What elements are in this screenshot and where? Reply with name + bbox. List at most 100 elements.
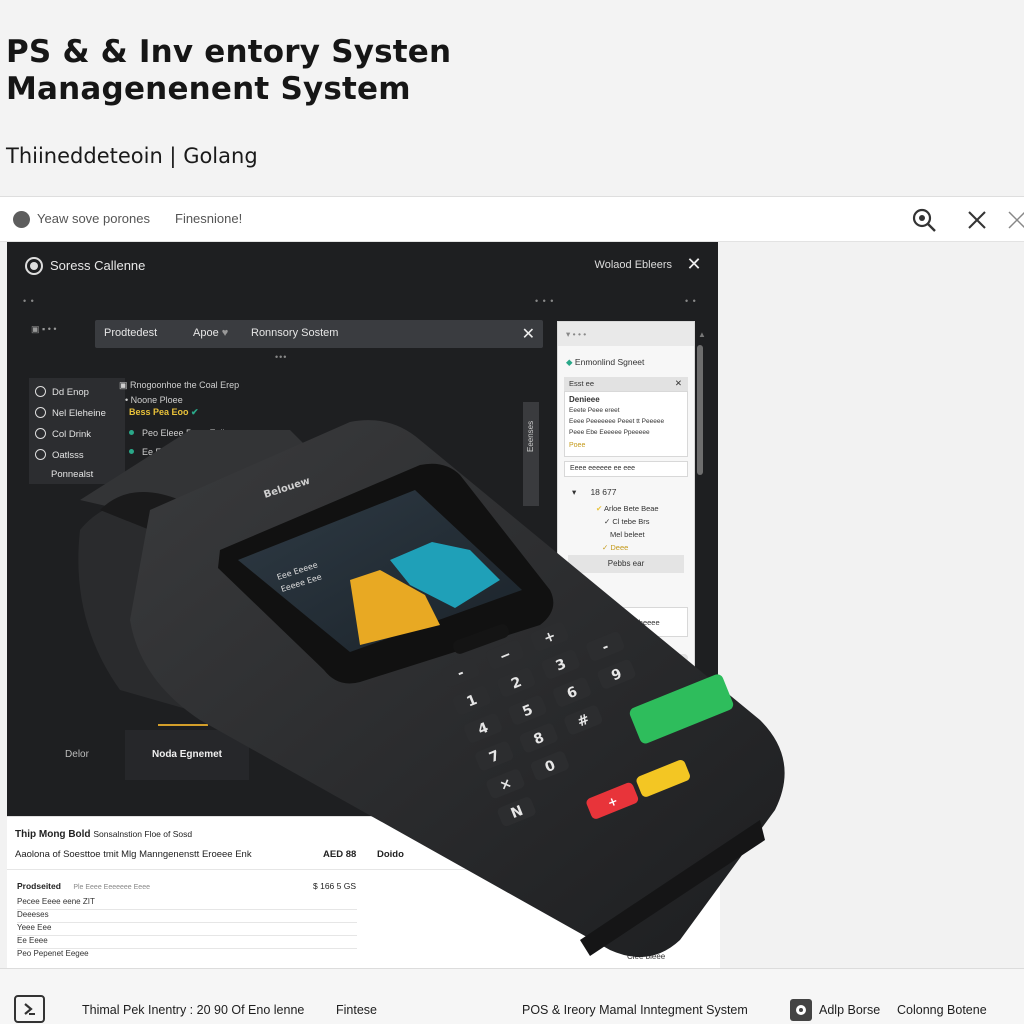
table-col-header-label: Prodseited [17,881,61,891]
app-close-icon[interactable]: ✕ [684,254,704,274]
dots-icon: • • • [535,296,555,306]
panel-box-line: Eeee Peeeeeee Peeet tt Peeeee [569,418,665,425]
panel-sub-label: Eeee [584,592,601,599]
main-line-text: Bess Pea Eoo [129,407,189,417]
table-heading: Thip Mong Bold Sonsalnstion Floe of Sosd [15,829,192,840]
tab-noda-egnemet[interactable]: Noda Egnemet [125,724,249,780]
panel-list-item[interactable]: ✓ Deee [602,543,628,552]
panel-list-item[interactable]: Mel beleet [610,530,645,539]
panel-sub-field[interactable]: Eeee bheeee [564,607,688,637]
main-line-text: E [142,486,149,496]
right-list-item: Peeeeee Eeee [627,926,680,935]
leaf-icon: ◆ [566,357,573,367]
panel-list-label: Arloe Bete Beae [603,504,659,513]
sidebar-item-label: Col Drink [52,429,92,440]
table-row[interactable]: Deeeses [17,910,357,923]
page-title: PS & & Inv entory Systen Managenenent Sy… [6,34,451,108]
close-secondary-icon[interactable] [1004,207,1024,233]
divider [7,869,720,870]
app-title: Soress Callenne [50,258,146,273]
panel-title: ◆ Enmonlind Sgneet [566,357,644,368]
table-row[interactable]: Ee Eeee [17,936,357,949]
toolbar-close-icon[interactable]: ✕ [522,324,535,344]
panel-section-close-icon[interactable]: ✕ [675,378,682,389]
page-title-line1: PS & & Inv entory Systen [6,34,452,70]
panel-section-header: Esst ee ✕ [564,377,688,391]
table-heading-rest: Sonsalnstion Floe of Sosd [93,829,193,839]
scroll-up-icon[interactable]: ▲ [698,330,706,339]
product-table-area: Thip Mong Bold Sonsalnstion Floe of Sosd… [7,816,720,968]
right-list-item: Ciee bleee [627,952,666,961]
table-row[interactable]: Yeee Eee [17,923,357,936]
main-line: Hoen Eee [129,466,182,476]
main-line-text: Peo Eleee Peoe Enlines [142,428,240,438]
panel-titlebar: ▾ • • • [558,322,694,346]
table-cell: Deeeses [17,910,49,919]
toolbar-app-select[interactable]: Apoe ♥ [193,327,228,339]
right-list-item: Peee Eeee [627,913,667,922]
main-line-text: Noone Ploee [130,395,183,405]
panel-action-button[interactable]: Pebbs ear [568,555,684,573]
circle-icon [35,407,46,418]
panel-list-item[interactable]: ✓ Cl tebe Brs [604,517,649,526]
close-icon[interactable] [964,207,990,233]
table-row[interactable]: Peo Pepenet Eegee [17,949,357,962]
bottom-tabs: Delor Noda Egnemet Gem [29,724,689,780]
table-cell: Peo Pepenet Eegee [17,949,89,958]
panel-section-label: Esst ee [569,379,595,388]
sidebar-item-label: Dd Enop [52,387,89,398]
panel-list-label: Deee [610,543,629,552]
sidebar-item-3[interactable]: Col Drink [35,428,91,446]
footer-mid-text: Fintese [336,1003,377,1017]
circle-icon [35,428,46,439]
settings-panel: ▾ • • • ◆ Enmonlind Sgneet Esst ee ✕ Den… [557,321,695,667]
scrollbar[interactable] [697,345,703,475]
panel-field[interactable]: Eeee eeeeee ee eee [564,461,688,477]
main-line-text: Ee Ee betee [142,447,192,457]
topbar-middle-text: Finesnione! [175,211,243,226]
panel-title-text: Enmonlind Sgneet [574,357,645,367]
table-heading-bold: Thip Mong Bold [15,829,91,840]
sidebar-item-4[interactable]: Oatlsss [35,449,84,467]
table-row[interactable]: Pecee Eeee eene ZIT [17,897,357,910]
side-tab[interactable]: Eeenses [523,402,539,506]
panel-box-line: Eeete Peee ereet [569,407,620,414]
camera-icon[interactable] [790,999,812,1021]
next-arrow-icon[interactable] [14,995,45,1023]
panel-box-line: Peee Ebe Eeeeee Ppeeeee [569,429,650,436]
tab-gem[interactable]: Gem [249,730,345,780]
circle-icon [35,449,46,460]
main-line: • Noone Ploee [125,395,183,405]
table-cell: Ee Eeee [17,936,48,945]
table-col-header: Prodseited Ple Eeee Eeeeeee Eeee [17,881,150,891]
tab-delor[interactable]: Delor [29,730,125,780]
panel-field-label: Eeee eeeeee ee eee [570,465,636,472]
sidebar-item-2[interactable]: Nel Eleheine [35,407,106,425]
sidebar: Dd Enop Nel Eleheine Col Drink Oatlsss P… [29,378,125,484]
toolbar-products[interactable]: Prodtedest [104,327,157,339]
app-toolbar: Prodtedest Apoe ♥ Ronnsory Sostem ✕ [95,320,543,348]
panel-menu-icon[interactable]: ▾ • • • [566,329,586,340]
footer-left-text: Thimal Pek Inentry : 20 90 Of Eno lenne [82,1003,305,1017]
panel-value: 18 677 [590,487,617,497]
side-tab-label: Eeenses [526,420,535,452]
panel-box-tag: Poee [569,442,586,449]
zoom-icon[interactable] [911,207,937,233]
panel-value-row: ▾ 18 677 [572,487,617,497]
sidebar-item-1[interactable]: Dd Enop [35,386,89,404]
toolbar-app-label: Apoe [193,327,219,339]
topbar-left-text: Yeaw sove porones [37,211,150,226]
table-col-header-hint: Ple Eeee Eeeeeee Eeee [73,884,150,891]
panel-list-item[interactable]: ✔ Arloe Bete Beae [596,504,659,513]
sidebar-item-label: Ponnealst [51,469,94,480]
panel-info-box: Denieee Eeete Peee ereet Eeee Peeeeeee P… [564,391,688,457]
hero-header: PS & & Inv entory Systen Managenenent Sy… [0,0,1024,196]
app-header-link[interactable]: Wolaod Ebleers [595,259,672,271]
footer: Thimal Pek Inentry : 20 90 Of Eno lenne … [0,968,1024,1024]
check-icon: ✔ [191,407,199,417]
sidebar-item-5[interactable]: Ponnealst [51,469,93,487]
check-icon: ✔ [596,504,603,513]
toolbar-system[interactable]: Ronnsory Sostem [251,327,338,339]
footer-badge-label[interactable]: Adlp Borse [819,1003,880,1017]
dots-icon: • • [685,296,697,306]
